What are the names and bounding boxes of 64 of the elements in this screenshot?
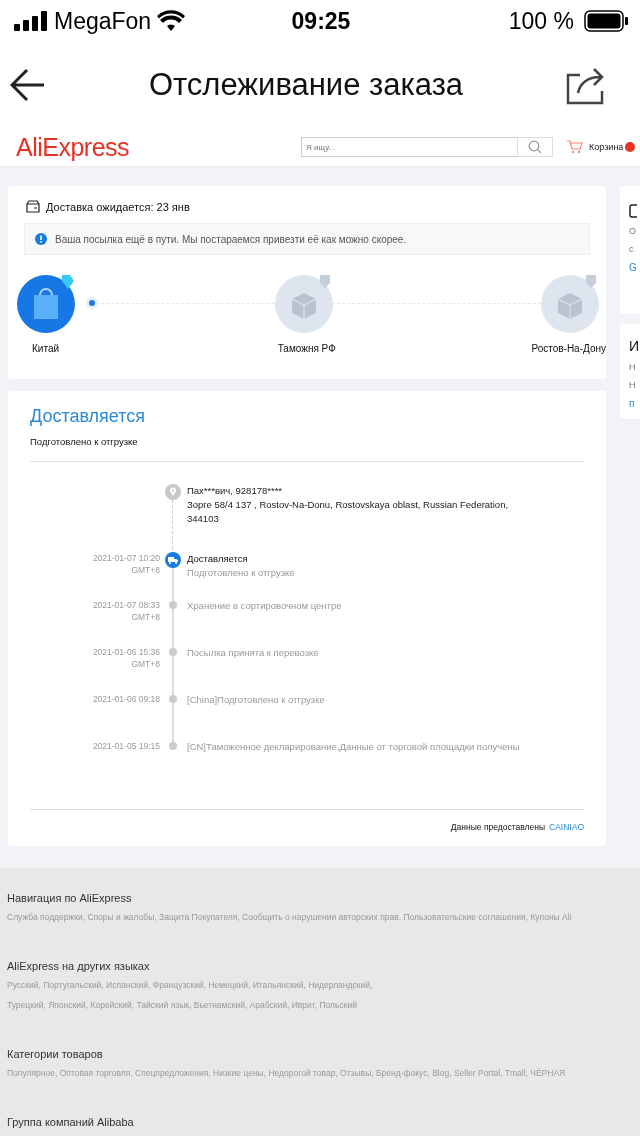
- cainiao-link[interactable]: CAINIAO: [549, 822, 584, 832]
- battery-icon: [584, 10, 628, 32]
- info-icon: [35, 233, 47, 245]
- wifi-icon: [157, 10, 186, 32]
- footer-links[interactable]: Русский, Португальский, Испанский, Французский, Немецкий, Итальянский, Нидерландский,: [7, 979, 640, 992]
- event-title: Хранение в сортировочном центре: [187, 599, 343, 613]
- truck-icon: [165, 552, 181, 568]
- step-label: Китай: [31, 343, 60, 354]
- source-label: Данные предоставлены: [450, 822, 546, 832]
- clock-time: 09:25: [291, 7, 351, 35]
- side-text: с: [629, 244, 635, 254]
- event-date: 2021-01-07 10:20: [92, 552, 160, 564]
- event-detail: Подготовлено к отгрузке: [187, 566, 296, 580]
- signal-icon: [14, 11, 48, 31]
- share-icon[interactable]: [566, 65, 606, 105]
- time-zone: GMT+8: [131, 564, 160, 576]
- time-zone: GMT+8: [131, 611, 160, 623]
- event-title: Посылка принята к перевозке: [187, 646, 320, 660]
- side-text: Н: [629, 380, 637, 390]
- event-detail: Зорге 58/4 137 , Rostov-Na-Donu, Rostovskaya oblast, Russian Federation, 344103: [187, 498, 510, 526]
- cart-badge: [625, 142, 636, 152]
- footer-links[interactable]: Служба поддержки, Споры и жалобы, Защита Покупателя, Сообщить о нарушении авторских прав, Пользовательские соглашения, Купоны Ali: [7, 911, 640, 924]
- aliexpress-logo[interactable]: AliExpress: [16, 132, 130, 162]
- search-button[interactable]: [517, 137, 554, 157]
- back-arrow-icon[interactable]: [10, 68, 46, 102]
- carrier-name: MegaFon: [54, 7, 152, 35]
- side-text: О: [629, 226, 637, 236]
- time-zone: GMT+8: [131, 658, 160, 670]
- event-title: Пах***вич, 928178****: [187, 484, 284, 498]
- step-label: Ростов-На-Дону: [531, 343, 606, 354]
- event-date: 2021-01-06 15:36: [92, 646, 160, 658]
- side-heading: И: [629, 338, 640, 354]
- cart-link[interactable]: Корзина: [589, 142, 624, 152]
- side-link[interactable]: G: [629, 262, 640, 273]
- timeline-dot: [169, 695, 177, 703]
- event-title: Доставляется: [187, 552, 249, 566]
- event-date: 2021-01-07 08:33: [92, 599, 160, 611]
- notice-text: Ваша посылка ещё в пути. Мы постараемся привезти её как можно скорее.: [55, 233, 407, 245]
- search-icon: [528, 140, 543, 154]
- delivery-icon: [26, 200, 40, 213]
- footer-links[interactable]: Популярное, Оптовая торговля, Спецпредложения, Низкие цены, Недорогой товар, Отзывы, Бренд-фокус, Blog, Seller Portal, Tmall, ЧЁРНАЯ: [7, 1067, 640, 1080]
- page-title: Отслеживание заказа: [148, 67, 464, 103]
- status-detail: Подготовлено к отгрузке: [30, 436, 139, 447]
- timeline-dot: [169, 648, 177, 656]
- timeline-dot: [169, 601, 177, 609]
- footer-heading: Группа компаний Alibaba: [7, 1116, 135, 1128]
- footer-heading: Навигация по AliExpress: [7, 892, 133, 904]
- event-date: 2021-01-06 09:18: [92, 693, 160, 705]
- expected-date: Доставка ожидается: 23 янв: [46, 200, 190, 213]
- footer-heading: Категории товаров: [7, 1048, 104, 1060]
- progress-dot: [86, 297, 98, 309]
- event-title: [CN]Таможенное декларирование,Данные от торговой площадки получены: [187, 740, 521, 754]
- search-field[interactable]: Я ищу...: [301, 137, 518, 157]
- footer-heading: AliExpress на других языках: [7, 960, 151, 972]
- battery-percent: 100 %: [508, 7, 574, 35]
- shipping-status: Доставляется: [30, 406, 147, 427]
- side-text: Н: [629, 362, 637, 372]
- footer-links[interactable]: Турецкий, Японский, Корейский, Тайский язык, Вьетнамский, Арабский, Иврит, Польский: [7, 999, 640, 1012]
- timeline-dot: [169, 742, 177, 750]
- event-date: 2021-01-05 19:15: [92, 740, 160, 752]
- event-title: [China]Подготовлено к отгрузке: [187, 693, 326, 707]
- step-label: Таможня РФ: [277, 343, 336, 354]
- side-link[interactable]: п: [629, 398, 640, 409]
- location-pin-icon: [165, 484, 181, 500]
